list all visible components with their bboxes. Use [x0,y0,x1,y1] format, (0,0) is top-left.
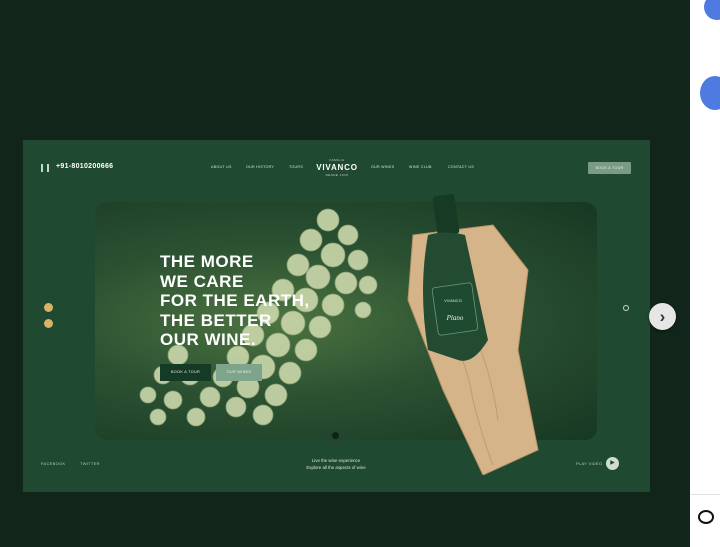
play-video-label: PLAY VIDEO [576,461,603,466]
brand-top: FAMILIA [329,158,345,162]
twitter-link: TWITTER [80,461,100,466]
tagline-line: Live the wine experience [311,458,361,463]
divider [690,494,720,495]
menu-icon [41,164,49,172]
sidebar-strip [690,0,720,547]
headline-line: OUR WINE. [160,330,257,350]
facebook-link: FACEBOOK [41,461,66,466]
nav-link-contact: CONTACT US [448,165,475,169]
comment-icon[interactable] [698,510,714,524]
book-tour-button: BOOK A TOUR [588,162,631,174]
bottle-label-brand: VIVANCO [444,298,462,303]
design-shot[interactable]: +91-8010200666 ABOUT US OUR HISTORY TOUR… [23,140,650,492]
headline-line: THE BETTER [160,310,272,330]
pagination-dot [332,432,339,439]
tagline-line: Explore all the aspects of wine [306,465,366,470]
hero-headline: THE MORE WE CARE FOR THE EARTH, THE BETT… [160,252,310,350]
wine-bottle-illustration: VIVANCO Plano [407,194,539,475]
bottle-label-name: Plano [446,314,464,322]
our-wines-cta: OUR WINES [216,364,262,381]
headline-line: THE MORE [160,252,254,271]
scroll-indicator [623,305,629,311]
nav-link-about: ABOUT US [211,165,232,169]
site-header: +91-8010200666 ABOUT US OUR HISTORY TOUR… [23,140,650,196]
phone-number: +91-8010200666 [56,163,114,170]
headline-line: FOR THE EARTH, [160,291,310,311]
nav-link-tours: TOURS [289,165,304,169]
brand-logo: VIVANCO [316,163,358,172]
nav-link-history: OUR HISTORY [246,165,275,169]
nav-link-wines: OUR WINES [371,165,395,169]
nav-link-club: WINE CLUB [409,165,432,169]
book-tour-cta: BOOK A TOUR [160,364,211,381]
headline-line: WE CARE [160,271,244,291]
brand-sub: DESDE 1915 [325,173,349,177]
play-icon: ▶ [606,457,619,470]
avatar[interactable] [700,76,720,110]
hero-tagline: Live the wine experience Explore all the… [291,457,381,471]
slide-indicator [44,319,53,328]
avatar[interactable] [704,0,720,20]
slide-indicator [44,303,53,312]
carousel-next-button[interactable]: › [649,303,676,330]
